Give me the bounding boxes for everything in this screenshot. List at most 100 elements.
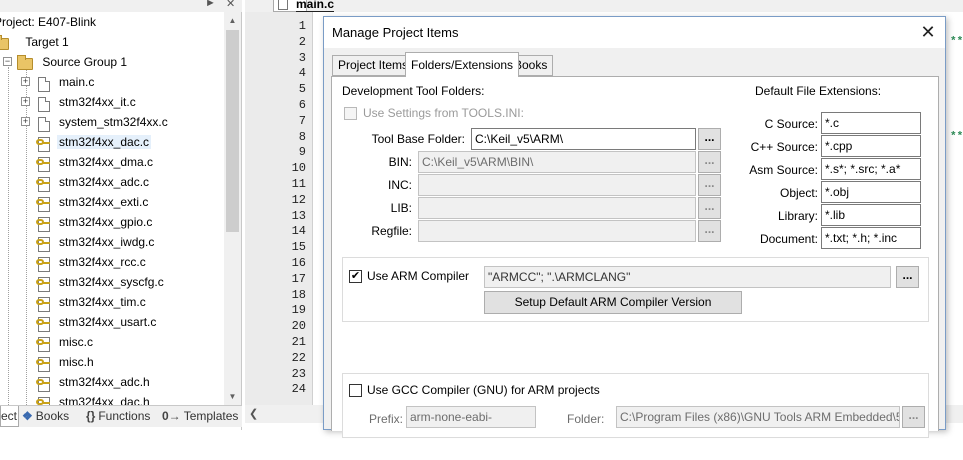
included-file-icon — [36, 195, 51, 212]
setup-arm-compiler-button[interactable]: Setup Default ARM Compiler Version — [484, 291, 742, 314]
arm-compiler-browse-button[interactable]: ... — [896, 266, 919, 288]
tree-file-item[interactable]: stm32f4xx_dac.c — [36, 132, 152, 152]
tab-books-label: Books — [35, 409, 70, 423]
dialog-titlebar[interactable]: Manage Project Items ✕ — [324, 17, 945, 48]
file-name: stm32f4xx_gpio.c — [59, 215, 153, 229]
extension-input[interactable]: *.obj — [821, 181, 921, 203]
scroll-left-icon[interactable]: ❮ — [249, 407, 258, 420]
code-comment-mark: ** — [950, 131, 963, 143]
tree-file-item[interactable]: stm32f4xx_it.c — [37, 92, 138, 112]
line-number: 16 — [291, 256, 306, 270]
scroll-up-icon[interactable]: ▲ — [224, 12, 241, 29]
file-name: stm32f4xx_adc.h — [59, 375, 150, 389]
tool-base-browse-button[interactable]: ... — [698, 128, 721, 150]
tab-functions-label: Functions — [98, 409, 151, 423]
source-group-label: Source Group 1 — [42, 55, 128, 69]
line-number: 24 — [291, 382, 306, 397]
extension-input[interactable]: *.cpp — [821, 135, 921, 157]
folders-extensions-page: Development Tool Folders: Use Settings f… — [331, 76, 939, 438]
inc-browse-button[interactable]: ... — [698, 174, 721, 196]
file-expand-icon[interactable]: + — [21, 117, 30, 126]
lib-input[interactable] — [418, 197, 696, 219]
close-icon[interactable]: ✕ — [917, 21, 939, 43]
line-number: 9 — [298, 145, 306, 160]
gcc-folder-label: Folder: — [567, 412, 605, 426]
included-file-icon — [36, 275, 51, 292]
line-number: 12 — [291, 192, 306, 207]
tree-file-item[interactable]: stm32f4xx_rcc.c — [36, 252, 148, 272]
included-file-icon — [36, 235, 51, 252]
lib-browse-button[interactable]: ... — [698, 197, 721, 219]
extension-input[interactable]: *.c — [821, 112, 921, 134]
books-icon: ❖ — [22, 409, 33, 423]
tree-source-group[interactable]: Source Group 1 — [17, 52, 129, 72]
tree-file-item[interactable]: stm32f4xx_dma.c — [36, 152, 155, 172]
gcc-folder-browse-button[interactable]: ... — [902, 406, 925, 428]
tab-folders-extensions[interactable]: Folders/Extensions — [405, 52, 520, 77]
editor-tab-main-c[interactable]: main.c — [273, 0, 335, 13]
file-name: stm32f4xx_dac.c — [57, 135, 152, 149]
file-name: misc.c — [59, 335, 93, 349]
tree-target[interactable]: Target 1 — [0, 32, 71, 52]
scroll-down-icon[interactable]: ▼ — [224, 388, 241, 405]
tree-file-item[interactable]: stm32f4xx_tim.c — [36, 292, 148, 312]
tab-project[interactable]: ect — [0, 406, 19, 427]
regfile-input[interactable] — [418, 220, 696, 242]
group-collapse-icon[interactable]: − — [3, 57, 12, 66]
source-file-icon — [37, 95, 51, 112]
bin-browse-button[interactable]: ... — [698, 151, 721, 173]
pin-icon[interactable]: ► — [205, 0, 216, 9]
extension-input[interactable]: *.s*; *.src; *.a* — [821, 158, 921, 180]
use-settings-checkbox[interactable] — [344, 107, 357, 120]
tab-functions[interactable]: {} Functions — [86, 406, 150, 427]
tab-project-items[interactable]: Project Items — [332, 55, 415, 76]
tab-books[interactable]: ❖ Books — [22, 406, 69, 427]
file-expand-icon[interactable]: + — [21, 77, 30, 86]
tree-file-item[interactable]: misc.c — [36, 332, 95, 352]
file-name: system_stm32f4xx.c — [59, 115, 168, 129]
arm-compiler-input[interactable]: "ARMCC"; ".\ARMCLANG" — [484, 266, 891, 288]
line-number-gutter: 1 2 3 4 5 6 7 8 9 10 11 12 13 14 15 16 17 18 19 20 21 22 23 24 — [245, 12, 313, 405]
tree-file-item[interactable]: stm32f4xx_adc.c — [36, 172, 151, 192]
extension-input[interactable]: *.lib — [821, 204, 921, 226]
line-number: 19 — [291, 303, 306, 318]
tree-file-item[interactable]: misc.h — [36, 352, 96, 372]
line-number: 22 — [291, 350, 306, 365]
inc-input[interactable] — [418, 174, 696, 196]
tree-file-item[interactable]: stm32f4xx_dac.h — [36, 392, 152, 405]
extension-input[interactable]: *.txt; *.h; *.inc — [821, 227, 921, 249]
tree-file-item[interactable]: stm32f4xx_adc.h — [36, 372, 152, 392]
close-icon[interactable]: ✕ — [226, 0, 235, 10]
tool-base-folder-input[interactable]: C:\Keil_v5\ARM\ — [471, 128, 696, 150]
project-root-label: Project: E407-Blink — [0, 15, 97, 29]
tree-root-project[interactable]: Project: E407-Blink — [0, 12, 98, 32]
tree-file-item[interactable]: stm32f4xx_exti.c — [36, 192, 150, 212]
tree-file-item[interactable]: main.c — [37, 72, 96, 92]
file-name: stm32f4xx_tim.c — [59, 295, 146, 309]
regfile-browse-button[interactable]: ... — [698, 220, 721, 242]
included-file-icon — [36, 135, 51, 152]
bin-input[interactable]: C:\Keil_v5\ARM\BIN\ — [418, 151, 696, 173]
line-number: 15 — [291, 240, 306, 255]
project-bottom-tabs: ect ❖ Books {} Functions 0→ Templates — [0, 405, 242, 427]
tree-file-item[interactable]: system_stm32f4xx.c — [37, 112, 170, 132]
project-tree-scrollbar[interactable]: ▲ ▼ — [224, 12, 241, 405]
tree-file-item[interactable]: stm32f4xx_iwdg.c — [36, 232, 156, 252]
tab-templates-label: Templates — [183, 409, 239, 423]
file-name: stm32f4xx_usart.c — [59, 315, 157, 329]
file-expand-icon[interactable]: + — [21, 97, 30, 106]
scrollbar-thumb[interactable] — [226, 30, 239, 232]
tree-file-item[interactable]: stm32f4xx_gpio.c — [36, 212, 154, 232]
gcc-prefix-input[interactable]: arm-none-eabi- — [406, 406, 536, 428]
line-number: 6 — [298, 98, 306, 112]
tree-file-item[interactable]: stm32f4xx_syscfg.c — [36, 272, 166, 292]
use-arm-compiler-checkbox[interactable]: ✔ — [349, 270, 362, 283]
tree-file-item[interactable]: stm32f4xx_usart.c — [36, 312, 158, 332]
tab-templates[interactable]: 0→ Templates — [162, 406, 238, 427]
file-name: stm32f4xx_syscfg.c — [59, 275, 164, 289]
lib-label: LIB: — [390, 201, 412, 215]
use-gcc-compiler-checkbox[interactable] — [349, 384, 362, 397]
arm-compiler-group: ✔ Use ARM Compiler "ARMCC"; ".\ARMCLANG"… — [342, 257, 929, 322]
line-number: 23 — [291, 366, 306, 381]
gcc-folder-input[interactable]: C:\Program Files (x86)\GNU Tools ARM Emb… — [616, 406, 900, 428]
